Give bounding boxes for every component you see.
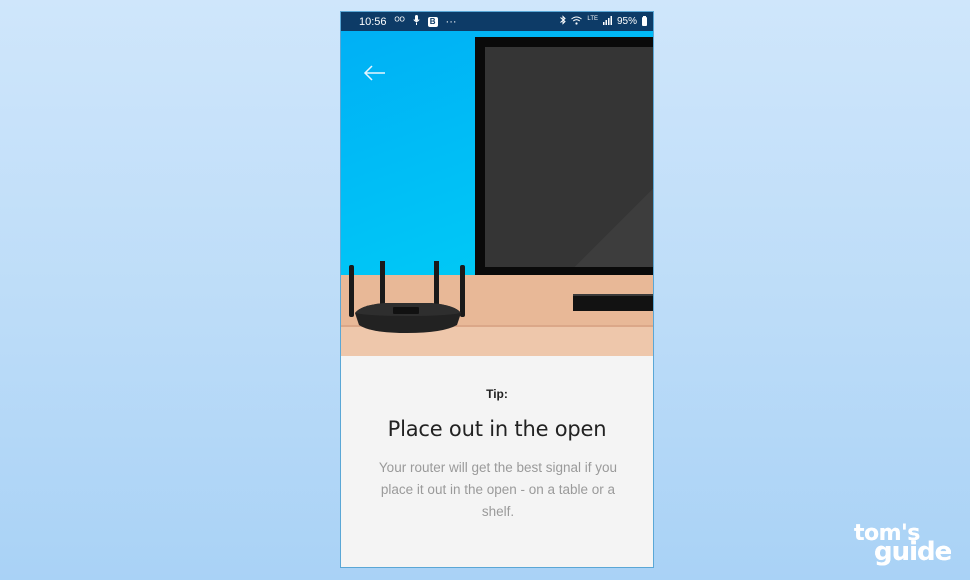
battery-percent: 95% — [616, 16, 637, 27]
tip-title: Place out in the open — [387, 417, 607, 441]
toms-guide-logo: tom's guide — [854, 521, 954, 567]
voicemail-icon: ᴼᴼ — [394, 15, 405, 27]
tv-screen-reflection — [575, 177, 653, 267]
phone-screen: 10:56 ᴼᴼ B ··· LTE 95% Tip: Place out in… — [340, 11, 654, 568]
tip-description: Your router will get the best signal if … — [378, 460, 618, 519]
bluetooth-icon — [560, 15, 567, 28]
router-illustration — [345, 255, 467, 341]
more-notifications-icon: ··· — [445, 15, 457, 28]
back-button[interactable] — [363, 65, 387, 81]
tip-label: Tip: — [486, 387, 508, 401]
network-type: LTE — [587, 15, 598, 22]
status-bar: 10:56 ᴼᴼ B ··· LTE 95% — [341, 12, 653, 31]
signal-icon — [602, 15, 612, 28]
logo-line-2: guide — [874, 537, 952, 567]
arrow-left-icon — [363, 65, 385, 81]
router-placement-illustration — [341, 31, 653, 356]
microphone-icon — [413, 15, 420, 28]
tip-card: Tip: Place out in the open Your router w… — [341, 356, 653, 567]
wifi-icon — [571, 16, 583, 28]
status-badge: B — [427, 16, 438, 27]
television-illustration — [475, 37, 653, 277]
battery-icon — [642, 16, 647, 26]
status-time: 10:56 — [359, 15, 387, 28]
soundbar-illustration — [573, 294, 653, 311]
